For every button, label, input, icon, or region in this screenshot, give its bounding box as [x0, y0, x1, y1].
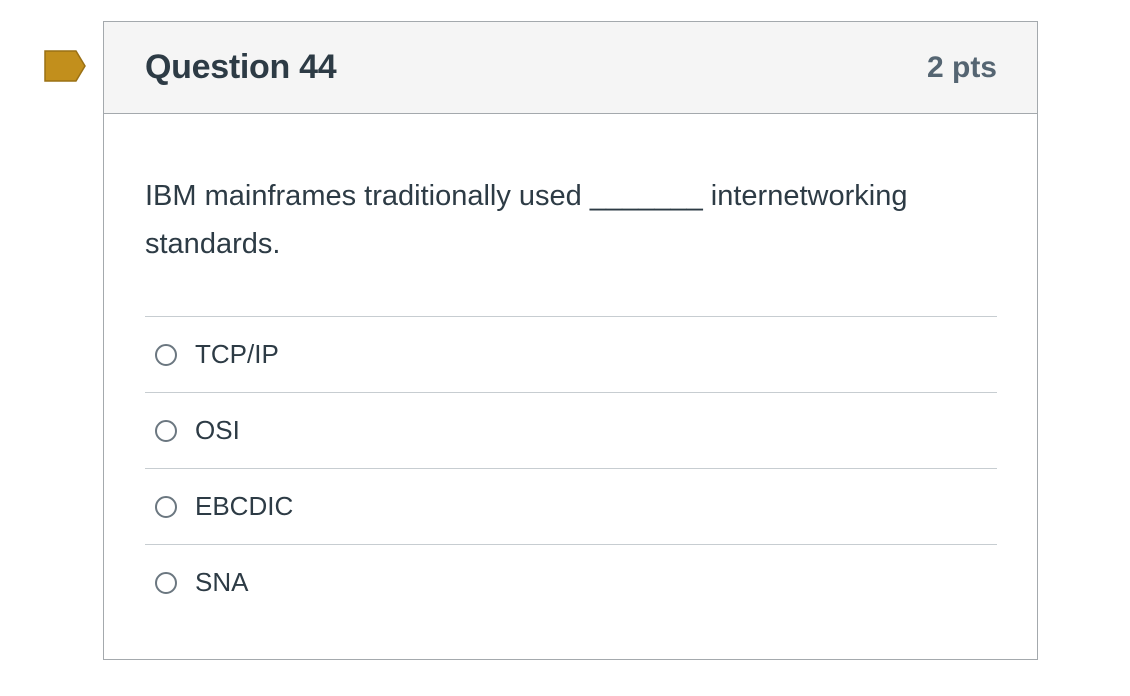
question-points: 2 pts — [926, 50, 997, 84]
radio-button[interactable] — [155, 495, 177, 518]
question-title: Question 44 — [145, 48, 337, 86]
radio-button[interactable] — [155, 343, 177, 366]
answer-option[interactable]: OSI — [145, 392, 997, 468]
question-header: Question 44 2 pts — [104, 22, 1037, 114]
answer-option[interactable]: TCP/IP — [145, 316, 997, 392]
answer-label[interactable]: OSI — [195, 415, 240, 446]
radio-button[interactable] — [155, 419, 177, 442]
answer-label[interactable]: SNA — [195, 567, 248, 598]
answer-option[interactable]: EBCDIC — [145, 468, 997, 544]
question-text: IBM mainframes traditionally used ______… — [145, 180, 908, 260]
question-card: Question 44 2 pts IBM mainframes traditi… — [103, 21, 1038, 660]
flag-icon[interactable] — [44, 50, 86, 82]
answer-label[interactable]: TCP/IP — [195, 339, 279, 370]
answer-list: TCP/IP OSI EBCDIC SNA — [145, 316, 997, 620]
answer-label[interactable]: EBCDIC — [195, 491, 293, 522]
answer-option[interactable]: SNA — [145, 544, 997, 620]
radio-button[interactable] — [155, 571, 177, 594]
question-body: IBM mainframes traditionally used ______… — [104, 114, 1037, 620]
quiz-page: Question 44 2 pts IBM mainframes traditi… — [0, 0, 1130, 696]
